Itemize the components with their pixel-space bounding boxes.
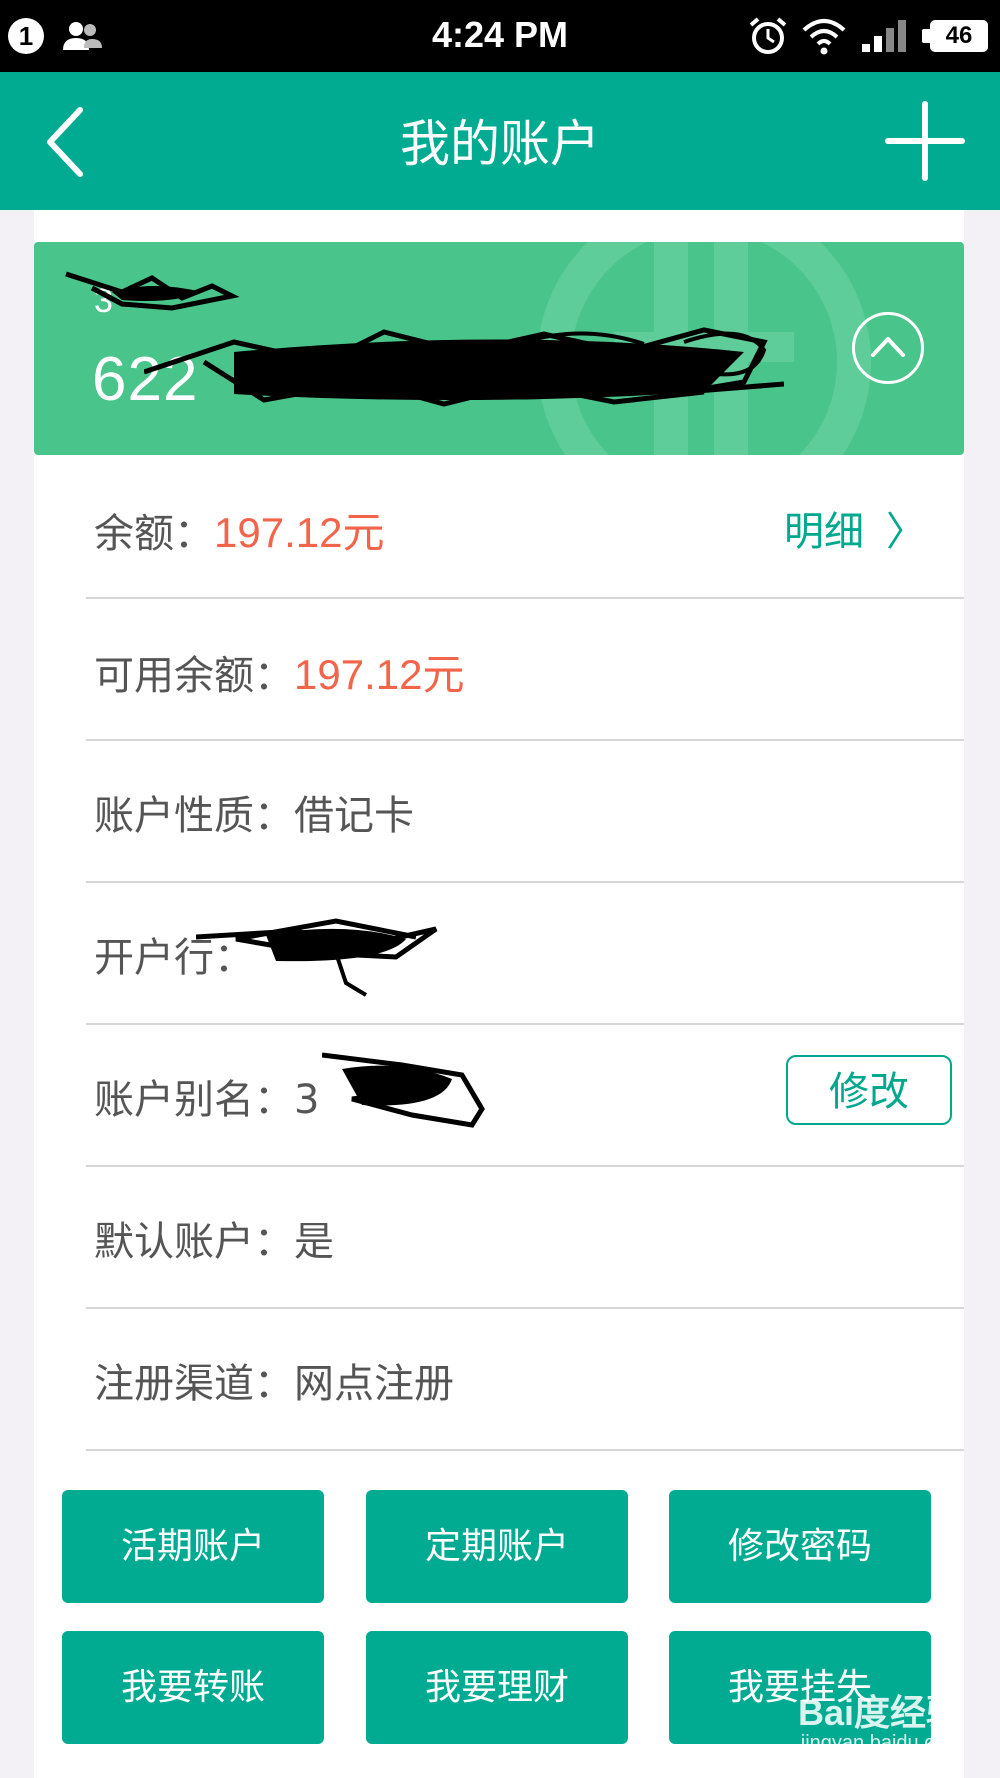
default-account-label: 默认账户：是	[94, 1219, 334, 1265]
default-account-row: 默认账户：是	[86, 1165, 964, 1309]
redaction-scribble	[196, 918, 438, 997]
edit-alias-button[interactable]: 修改	[786, 1055, 952, 1125]
plus-icon	[885, 101, 965, 181]
wealth-management-button[interactable]: 我要理财	[366, 1631, 628, 1744]
opening-bank-row: 开户行：	[86, 881, 964, 1025]
alarm-icon	[749, 17, 787, 54]
battery-indicator: 46	[922, 20, 988, 52]
available-balance-label: 可用余额：197.12元	[94, 651, 465, 699]
registration-channel-row: 注册渠道：网点注册	[86, 1307, 964, 1451]
account-detail-panel: 3 622 余额：197.12元 明细〉 可用余额：197.12元 账户性质：借…	[34, 210, 964, 1778]
add-account-button[interactable]	[880, 96, 970, 186]
balance-detail-link[interactable]: 明细〉	[784, 499, 926, 557]
redaction-scribble	[65, 271, 240, 311]
account-type-row: 账户性质：借记卡	[86, 739, 964, 883]
change-password-button[interactable]: 修改密码	[669, 1490, 931, 1603]
signal-icon	[862, 20, 906, 52]
chevron-up-icon	[871, 337, 905, 357]
watermark-url: jingyan.baidu.com	[800, 1732, 962, 1754]
current-account-button[interactable]: 活期账户	[62, 1490, 324, 1603]
nav-bar: 我的账户	[0, 72, 1000, 210]
collapse-button[interactable]	[852, 312, 924, 384]
wifi-icon	[802, 19, 846, 55]
page-title: 我的账户	[400, 115, 600, 173]
redaction-scribble	[144, 327, 784, 407]
default-account-value: 是	[294, 1219, 334, 1265]
registration-channel-value: 网点注册	[294, 1361, 454, 1407]
fixed-account-button[interactable]: 定期账户	[366, 1490, 628, 1603]
balance-label: 余额：197.12元	[94, 509, 385, 557]
redaction-scribble	[322, 1052, 485, 1128]
account-alias-value: 3	[294, 1077, 320, 1123]
watermark: Bai度经验 jingyan.baidu.com	[760, 1680, 990, 1770]
registration-channel-label: 注册渠道：网点注册	[94, 1361, 454, 1407]
chevron-right-icon: 〉	[886, 509, 926, 555]
account-card: 3 622	[34, 242, 964, 455]
balance-value: 197.12元	[214, 509, 385, 556]
transfer-button[interactable]: 我要转账	[62, 1631, 324, 1744]
account-alias-label: 账户别名：3	[94, 1077, 320, 1123]
available-balance-row: 可用余额：197.12元	[86, 597, 964, 741]
account-type-value: 借记卡	[294, 793, 414, 839]
account-alias-row: 账户别名：3 修改	[86, 1023, 964, 1167]
status-bar: 1 4:24 PM 46	[0, 0, 1000, 72]
balance-row: 余额：197.12元 明细〉	[86, 455, 964, 599]
status-time: 4:24 PM	[431, 14, 569, 55]
watermark-brand: Bai度经验	[797, 1692, 962, 1733]
account-type-label: 账户性质：借记卡	[94, 793, 414, 839]
available-balance-value: 197.12元	[294, 651, 465, 698]
